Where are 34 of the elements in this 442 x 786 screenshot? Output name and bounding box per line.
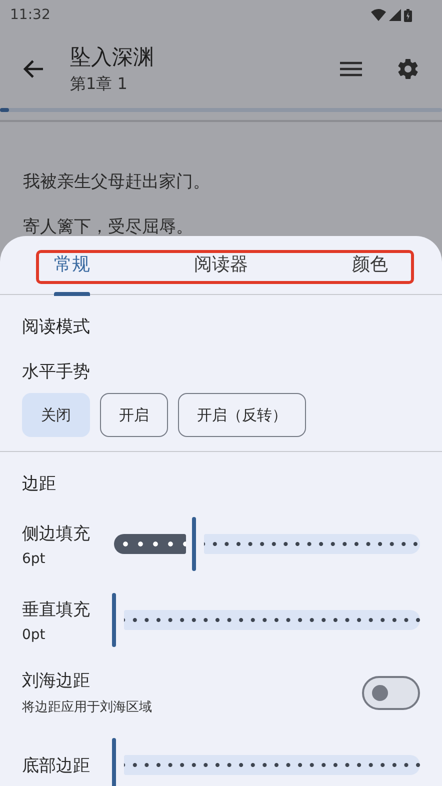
chapter-title: 第1章 1	[70, 74, 128, 95]
setting-value: 6pt	[22, 550, 46, 566]
setting-label: 水平手势	[22, 361, 91, 383]
option-chip[interactable]: 开启（反转）	[178, 393, 306, 437]
slider[interactable]	[114, 738, 420, 786]
setting-label: 侧边填充	[22, 522, 91, 544]
back-icon[interactable]	[22, 59, 44, 79]
slider[interactable]	[114, 593, 420, 647]
wifi-icon	[371, 9, 386, 21]
book-title: 坠入深渊	[70, 44, 155, 71]
section-title: 边距	[22, 473, 57, 495]
story-paragraph: 我被亲生父母赶出家门。	[23, 171, 211, 193]
slider-thumb[interactable]	[112, 738, 116, 786]
setting-description: 将边距应用于刘海区域	[22, 699, 152, 716]
story-paragraph: 寄人篱下，受尽屈辱。	[23, 216, 194, 238]
option-chip[interactable]: 关闭	[22, 393, 90, 437]
toggle-switch[interactable]	[362, 676, 420, 710]
tab[interactable]: 颜色	[338, 238, 402, 296]
setting-label: 垂直填充	[22, 598, 91, 620]
tab[interactable]: 阅读器	[180, 238, 262, 296]
menu-icon[interactable]	[340, 61, 362, 77]
setting-label: 刘海边距	[22, 670, 91, 692]
slider-thumb[interactable]	[112, 593, 116, 647]
option-chip[interactable]: 开启	[100, 393, 168, 437]
battery-icon	[404, 8, 412, 22]
tab[interactable]: 常规	[40, 238, 104, 296]
section-title: 阅读模式	[22, 316, 91, 338]
signal-icon	[389, 9, 401, 21]
slider[interactable]	[114, 517, 420, 571]
status-time: 11:32	[10, 7, 50, 23]
slider-thumb[interactable]	[192, 517, 196, 571]
setting-label: 底部边距	[22, 754, 91, 776]
setting-value: 0pt	[22, 626, 46, 642]
settings-icon[interactable]	[396, 57, 420, 81]
